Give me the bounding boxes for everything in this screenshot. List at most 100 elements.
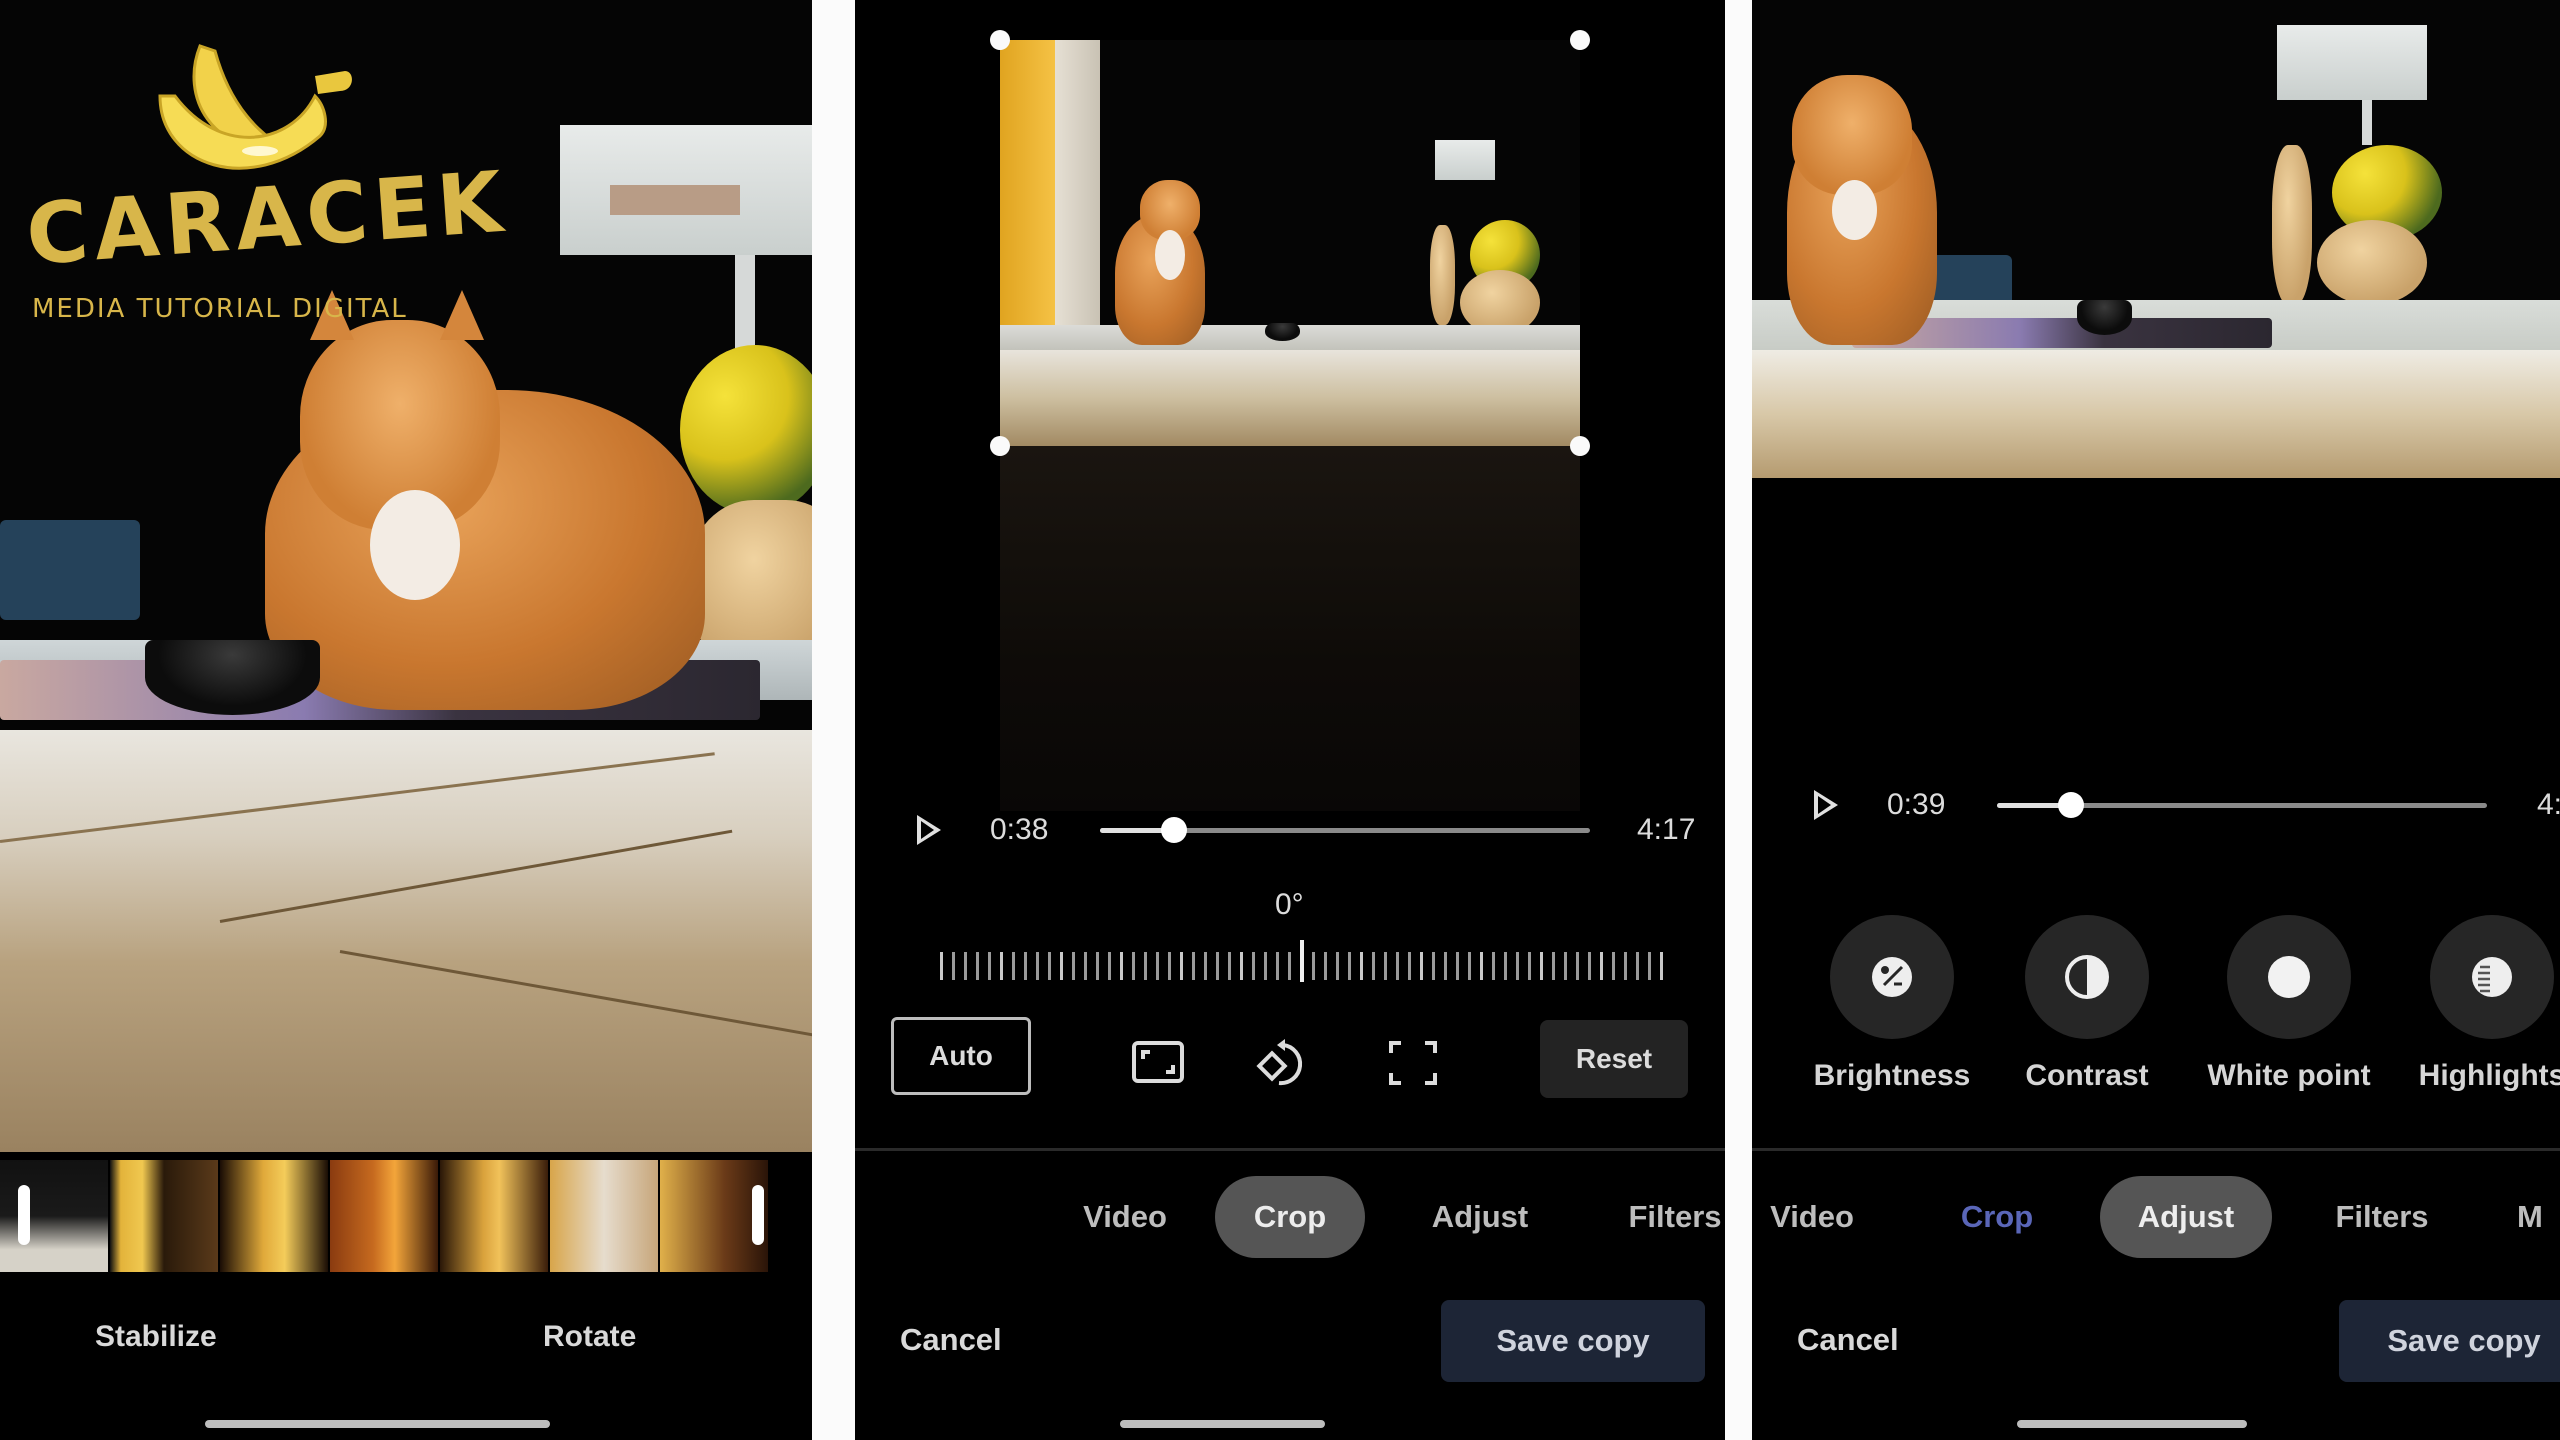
dial-tick xyxy=(1360,952,1363,980)
rotate-icon[interactable] xyxy=(1255,1035,1311,1091)
wall-sign xyxy=(1435,140,1495,180)
wall-sign xyxy=(2277,25,2427,100)
tab-crop[interactable]: Crop xyxy=(1927,1176,2067,1258)
adjust-editor-screen: 0:39 4: Brightness Contrast White point … xyxy=(1752,0,2560,1440)
home-indicator xyxy=(1120,1420,1325,1428)
dial-tick xyxy=(1660,952,1663,980)
total-time: 4:17 xyxy=(1637,813,1696,846)
seek-bar[interactable] xyxy=(1997,792,2487,818)
dial-tick xyxy=(1516,952,1519,980)
dial-tick xyxy=(1048,952,1051,980)
white-point-icon xyxy=(2268,956,2310,998)
dial-tick xyxy=(1612,952,1615,980)
bunny-figurine xyxy=(2272,145,2312,305)
seek-bar-thumb[interactable] xyxy=(2057,792,2084,818)
rotation-angle-label: 0° xyxy=(1275,888,1304,921)
white-point-button[interactable] xyxy=(2227,915,2351,1039)
dial-tick xyxy=(1024,952,1027,980)
play-icon[interactable] xyxy=(917,815,941,845)
dial-tick xyxy=(988,952,991,980)
food-bowl xyxy=(1265,323,1300,341)
trim-handle-end[interactable] xyxy=(752,1185,764,1245)
play-icon[interactable] xyxy=(1814,790,1838,820)
dial-tick xyxy=(1096,952,1099,980)
white-point-label: White point xyxy=(2207,1059,2371,1092)
dial-tick xyxy=(1252,952,1255,980)
crop-handle-bottom-left[interactable] xyxy=(990,436,1010,456)
cat-chest xyxy=(370,490,460,600)
rotate-button[interactable]: Rotate xyxy=(543,1320,636,1354)
trim-handle-start[interactable] xyxy=(18,1185,30,1245)
dial-tick xyxy=(1504,952,1507,980)
adjust-highlights[interactable]: Highlights xyxy=(2407,915,2560,1093)
dial-tick xyxy=(1132,952,1135,980)
total-time: 4: xyxy=(2537,788,2560,821)
tab-adjust[interactable]: Adjust xyxy=(1410,1176,1550,1258)
reset-button[interactable]: Reset xyxy=(1540,1020,1688,1098)
filmstrip-frame xyxy=(440,1160,550,1272)
crop-preview xyxy=(1000,40,1580,446)
dial-tick xyxy=(1168,952,1171,980)
highlights-button[interactable] xyxy=(2430,915,2554,1039)
filmstrip[interactable] xyxy=(0,1160,770,1272)
dial-tick xyxy=(1228,952,1231,980)
dial-tick xyxy=(1480,952,1483,980)
flowers xyxy=(680,345,812,515)
contrast-button[interactable] xyxy=(2025,915,2149,1039)
dial-tick xyxy=(1108,952,1111,980)
cancel-button[interactable]: Cancel xyxy=(1797,1322,1899,1358)
save-copy-button[interactable]: Save copy xyxy=(2339,1300,2560,1382)
dial-tick xyxy=(1468,952,1471,980)
auto-button[interactable]: Auto xyxy=(891,1017,1031,1095)
adjust-contrast[interactable]: Contrast xyxy=(2002,915,2172,1093)
tab-crop[interactable]: Crop xyxy=(1215,1176,1365,1258)
stabilize-button[interactable]: Stabilize xyxy=(95,1320,217,1354)
dial-tick xyxy=(952,952,955,980)
adjust-brightness[interactable]: Brightness xyxy=(1807,915,1977,1093)
watermark-title: CARACEK xyxy=(23,152,512,284)
dial-tick xyxy=(1396,952,1399,980)
sign-detail xyxy=(610,185,740,215)
seek-bar[interactable] xyxy=(1100,817,1590,843)
dial-tick xyxy=(1312,952,1315,980)
tab-filters[interactable]: Filters xyxy=(1605,1176,1725,1258)
filmstrip-frame xyxy=(330,1160,440,1272)
dial-tick xyxy=(1528,952,1531,980)
dial-center-marker xyxy=(1300,940,1304,982)
dial-tick xyxy=(1216,952,1219,980)
crop-excluded-area xyxy=(1000,446,1580,811)
dial-tick xyxy=(1264,952,1267,980)
dial-tick xyxy=(1432,952,1435,980)
dial-tick xyxy=(1600,952,1603,980)
crop-handle-top-right[interactable] xyxy=(1570,30,1590,50)
panel-separator xyxy=(812,0,855,1440)
tab-more[interactable]: M xyxy=(2517,1176,2560,1258)
dial-tick xyxy=(1180,952,1183,980)
divider xyxy=(855,1148,1725,1151)
crop-handle-bottom-right[interactable] xyxy=(1570,436,1590,456)
rotation-dial[interactable] xyxy=(940,940,1663,990)
current-time: 0:39 xyxy=(1887,788,1946,821)
dial-tick xyxy=(1276,952,1279,980)
free-crop-icon[interactable] xyxy=(1385,1035,1441,1091)
dial-tick xyxy=(1552,952,1555,980)
tab-video[interactable]: Video xyxy=(1752,1176,1882,1258)
aspect-ratio-icon[interactable] xyxy=(1130,1035,1186,1091)
seek-bar-thumb[interactable] xyxy=(1160,817,1187,843)
tab-adjust[interactable]: Adjust xyxy=(2100,1176,2272,1258)
dial-tick xyxy=(1060,952,1063,980)
video-trim-screen: CARACEK MEDIA TUTORIAL DIGITAL Stabilize… xyxy=(0,0,812,1440)
save-copy-button[interactable]: Save copy xyxy=(1441,1300,1705,1382)
tab-filters[interactable]: Filters xyxy=(2312,1176,2452,1258)
dial-tick xyxy=(1012,952,1015,980)
brightness-button[interactable] xyxy=(1830,915,1954,1039)
adjust-white-point[interactable]: White point xyxy=(2204,915,2374,1093)
dial-tick xyxy=(1540,952,1543,980)
dial-tick xyxy=(1156,952,1159,980)
crop-handle-top-left[interactable] xyxy=(990,30,1010,50)
cancel-button[interactable]: Cancel xyxy=(900,1322,1002,1358)
tab-video[interactable]: Video xyxy=(1055,1176,1195,1258)
dial-tick xyxy=(1384,952,1387,980)
filmstrip-frame xyxy=(0,1160,110,1272)
pole xyxy=(2362,100,2372,145)
